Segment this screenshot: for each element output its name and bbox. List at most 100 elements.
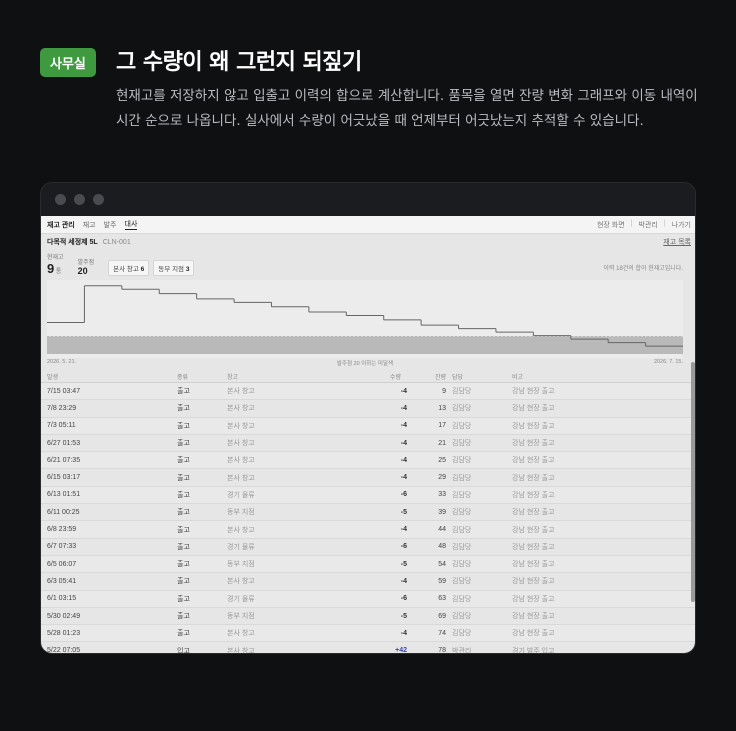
cell-qty: -6 xyxy=(400,491,407,499)
movement-table: 발생 종류 창고 수량 잔량 담당 비고 7/15 03:47 출고 본사 창고 -4… xyxy=(41,371,695,654)
cell-note: 강남 현장 출고 xyxy=(512,613,555,620)
table-row[interactable]: 7/15 03:47 출고 본사 창고 -4 9 김담당 강남 현장 출고 xyxy=(41,383,695,401)
cell-balance: 44 xyxy=(438,526,446,534)
cell-type: 출고 xyxy=(177,474,190,482)
logout-link[interactable]: 나가기 xyxy=(672,220,691,230)
category-badge: 사무실 xyxy=(40,48,96,77)
cell-note: 강남 현장 출고 xyxy=(512,578,555,586)
nav-item-reconcile[interactable]: 대사 xyxy=(124,219,138,230)
axis-mid-label: 발주점 20 이하는 미달색 xyxy=(336,361,394,367)
cell-warehouse: 본사 창고 xyxy=(227,578,255,586)
nav-item-stock[interactable]: 재고 xyxy=(83,220,96,230)
cell-who: 김담당 xyxy=(452,422,472,430)
cell-type: 출고 xyxy=(177,440,190,448)
cell-balance: 59 xyxy=(438,577,446,585)
table-row[interactable]: 6/15 03:17 출고 본사 창고 -4 29 김담당 강남 현장 출고 xyxy=(41,469,695,487)
cell-balance: 17 xyxy=(438,422,446,430)
cell-qty: -5 xyxy=(400,508,407,516)
cell-when: 6/15 03:17 xyxy=(47,474,81,482)
cell-warehouse: 본사 창고 xyxy=(227,405,255,413)
stock-list-link[interactable]: 재고 목록 xyxy=(663,237,691,247)
cell-who: 김담당 xyxy=(452,474,472,482)
table-row[interactable]: 6/13 01:51 출고 경기 물류 -6 33 김담당 강남 현장 출고 xyxy=(41,486,695,505)
balance-chart-svg xyxy=(47,280,683,358)
cell-who: 김담당 xyxy=(452,613,472,620)
cell-qty: -4 xyxy=(400,629,407,637)
cell-warehouse: 본사 창고 xyxy=(227,388,255,396)
window-dot-icon xyxy=(74,194,85,205)
cell-note: 강남 현장 출고 xyxy=(512,491,555,499)
cell-note: 강남 현장 출고 xyxy=(512,630,555,638)
cell-note: 강남 현장 출고 xyxy=(512,405,555,413)
cell-qty: +42 xyxy=(395,647,407,654)
cell-who: 김담당 xyxy=(452,543,472,551)
field-view-link[interactable]: 현장 화면 xyxy=(597,220,625,230)
table-row[interactable]: 6/11 00:25 출고 동부 지점 -5 39 김담당 강남 현장 출고 xyxy=(41,504,695,522)
cell-qty: -6 xyxy=(400,543,407,551)
hero-description: 현재고를 저장하지 않고 입출고 이력의 합으로 계산합니다. 품목을 열면 잔… xyxy=(116,88,698,129)
cell-who: 김담당 xyxy=(452,509,472,517)
cell-balance: 78 xyxy=(438,647,446,654)
reorder-point-label: 발주점 xyxy=(77,260,95,266)
cell-type: 출고 xyxy=(177,491,190,499)
nav-item-order[interactable]: 발주 xyxy=(104,220,117,230)
table-row[interactable]: 5/22 07:05 입고 본사 창고 +42 78 박관리 경기 발주 입고 xyxy=(41,642,695,654)
cell-balance: 13 xyxy=(438,404,446,412)
table-row[interactable]: 5/30 02:49 출고 동부 지점 -5 69 김담당 강남 현장 출고 xyxy=(41,608,695,626)
table-row[interactable]: 6/7 07:33 출고 경기 물류 -6 48 김담당 강남 현장 출고 xyxy=(41,539,695,556)
table-row[interactable]: 5/28 01:23 출고 본사 창고 -4 74 김담당 강남 현장 출고 xyxy=(41,625,695,643)
current-stock-unit: 통 xyxy=(55,269,62,275)
table-row[interactable]: 7/3 05:11 출고 본사 창고 -4 17 김담당 강남 현장 출고 xyxy=(41,417,695,435)
cell-warehouse: 경기 물류 xyxy=(227,543,255,551)
cell-warehouse: 동부 지점 xyxy=(227,509,255,517)
cell-type: 출고 xyxy=(177,509,190,517)
item-name: 다목적 세정제 5L xyxy=(47,239,98,246)
cell-qty: -4 xyxy=(400,474,407,482)
nav-brand[interactable]: 재고 관리 xyxy=(47,220,75,230)
cell-when: 7/8 23:29 xyxy=(47,404,77,412)
cell-type: 출고 xyxy=(177,457,190,465)
cell-when: 6/21 07:35 xyxy=(47,456,81,464)
screenshot-window: 재고 관리 재고 발주 대사 현장 화면 | 박관리 | 나가기 다목적 세정제… xyxy=(40,182,696,654)
current-stock: 현재고 9 통 xyxy=(47,252,64,276)
cell-type: 출고 xyxy=(177,630,190,638)
cell-warehouse: 본사 창고 xyxy=(227,474,255,482)
table-row[interactable]: 6/21 07:35 출고 본사 창고 -4 25 김담당 강남 현장 출고 xyxy=(41,452,695,470)
current-stock-value: 9 xyxy=(47,261,55,276)
table-row[interactable]: 6/8 23:59 출고 본사 창고 -4 44 김담당 강남 현장 출고 xyxy=(41,521,695,539)
cell-type: 출고 xyxy=(177,405,190,413)
col-when: 발생 xyxy=(47,375,59,381)
cell-who: 김담당 xyxy=(452,457,472,465)
cell-who: 김담당 xyxy=(452,405,472,413)
table-row[interactable]: 6/3 05:41 출고 본사 창고 -4 59 김담당 강남 현장 출고 xyxy=(41,573,695,591)
user-name[interactable]: 박관리 xyxy=(639,220,658,230)
table-row[interactable]: 7/8 23:29 출고 본사 창고 -4 13 김담당 강남 현장 출고 xyxy=(41,400,695,418)
table-row[interactable]: 6/1 03:15 출고 경기 물류 -6 63 김담당 강남 현장 출고 xyxy=(41,590,695,608)
cell-when: 6/11 00:25 xyxy=(47,508,80,516)
cell-who: 김담당 xyxy=(452,526,472,534)
cell-who: 박관리 xyxy=(452,647,472,654)
cell-qty: -4 xyxy=(400,577,407,585)
window-dot-icon xyxy=(55,194,66,205)
cell-balance: 25 xyxy=(438,456,446,464)
table-header: 발생 종류 창고 수량 잔량 담당 비고 xyxy=(41,371,695,383)
cell-note: 강남 현장 출고 xyxy=(512,457,555,465)
cell-note: 강남 현장 출고 xyxy=(512,561,555,569)
cell-who: 김담당 xyxy=(452,595,472,603)
table-row[interactable]: 6/5 06:07 출고 동부 지점 -5 54 김담당 강남 현장 출고 xyxy=(41,555,695,574)
cell-who: 김담당 xyxy=(452,388,472,396)
cell-type: 입고 xyxy=(177,647,190,654)
cell-warehouse: 본사 창고 xyxy=(227,647,255,654)
cell-when: 7/3 05:11 xyxy=(47,422,76,430)
table-row[interactable]: 6/27 01:53 출고 본사 창고 -4 21 김담당 강남 현장 출고 xyxy=(41,435,695,453)
cell-warehouse: 본사 창고 xyxy=(227,457,255,465)
cell-qty: -4 xyxy=(400,422,407,430)
top-nav: 재고 관리 재고 발주 대사 현장 화면 | 박관리 | 나가기 xyxy=(41,216,695,234)
cell-who: 김담당 xyxy=(452,491,472,499)
table-scrollbar[interactable] xyxy=(691,362,695,602)
cell-when: 5/30 02:49 xyxy=(47,612,81,620)
cell-when: 6/27 01:53 xyxy=(47,439,81,447)
cell-qty: -4 xyxy=(400,387,407,395)
cell-when: 5/28 01:23 xyxy=(47,629,81,637)
cell-type: 출고 xyxy=(177,526,190,534)
